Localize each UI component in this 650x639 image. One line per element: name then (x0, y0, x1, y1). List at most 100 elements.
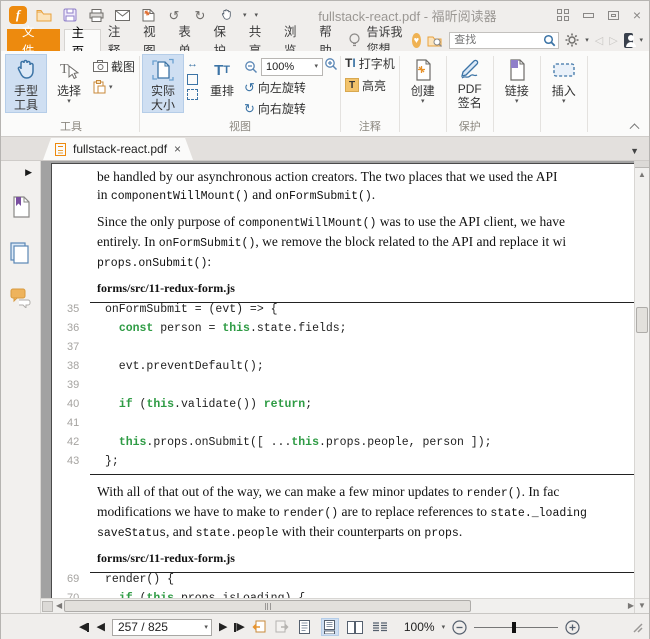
code-line: 69render() { (67, 573, 634, 592)
continuous-facing-view-button[interactable] (371, 618, 389, 636)
expand-panel-icon[interactable]: ▶ (25, 167, 40, 178)
previous-view-button[interactable] (252, 620, 267, 634)
actual-size-button[interactable]: 实际大小 (142, 54, 184, 113)
collapse-ribbon-button[interactable] (631, 122, 641, 130)
snapshot-button[interactable]: 截图 (91, 57, 137, 75)
page-dropdown-icon[interactable]: ▾ (204, 623, 208, 631)
history-forward-button[interactable]: ▷ (609, 34, 617, 47)
favorite-heart-icon[interactable]: ♥ (412, 33, 422, 48)
vertical-scroll-thumb[interactable] (636, 307, 648, 333)
code-block: 69render() {70 if (this.props.isLoading)… (67, 572, 634, 598)
hand-tool-dropdown-icon[interactable]: ▾ (243, 11, 247, 19)
tab-视图[interactable]: 视图 (136, 29, 171, 51)
customize-quick-access-button[interactable]: ▾ (255, 11, 259, 19)
fit-visible-icon[interactable] (187, 89, 198, 100)
typewriter-icon: TI (345, 56, 356, 70)
restore-button[interactable] (608, 11, 619, 20)
next-page-button[interactable]: ▶ (219, 622, 227, 633)
document-tab-title: fullstack-react.pdf (73, 142, 167, 156)
ribbon-toolbar: 手型工具 T 选择 ▾ 截图 ▾ 工具 (1, 51, 649, 137)
protect-group-label: 保护 (449, 120, 491, 136)
gear-icon[interactable] (565, 33, 579, 47)
search-input[interactable] (450, 34, 543, 46)
zoom-dropdown-icon[interactable]: ▾ (442, 623, 446, 631)
scroll-up-icon[interactable]: ▲ (638, 168, 646, 182)
tab-close-icon[interactable]: × (174, 144, 181, 154)
ui-layout-icon[interactable] (557, 9, 569, 21)
insert-button[interactable]: 插入 ▾ (543, 54, 585, 105)
reflow-button[interactable]: TT 重排 (201, 54, 243, 99)
clipboard-icon (93, 80, 106, 94)
gear-dropdown-icon[interactable]: ▾ (585, 36, 589, 44)
rotate-left-icon: ↺ (244, 81, 255, 94)
search-box[interactable] (449, 32, 559, 49)
link-button[interactable]: 链接 ▾ (496, 54, 538, 105)
tab-共享[interactable]: 共享 (242, 29, 277, 51)
zoom-slider[interactable] (474, 621, 558, 634)
continuous-view-button[interactable] (321, 618, 339, 636)
split-view-handle[interactable] (635, 161, 649, 168)
document-tab[interactable]: fullstack-react.pdf × (43, 138, 193, 160)
tab-保护[interactable]: 保护 (207, 29, 242, 51)
vertical-scrollbar[interactable]: ▲ (634, 161, 649, 598)
tab-list-dropdown-icon[interactable]: ▼ (630, 146, 649, 160)
page-number-box[interactable]: ▾ (112, 619, 212, 636)
code-file-header: forms/src/11-redux-form.js (97, 281, 634, 296)
zoom-in-icon[interactable] (324, 57, 338, 71)
minimize-button[interactable] (583, 13, 594, 18)
ribbon-group-view: 实际大小 ↔ TT 重排 100%▾ ↺ 向左旋转 (142, 52, 338, 136)
typewriter-button[interactable]: TI 打字机 (343, 54, 397, 72)
facing-view-button[interactable] (346, 618, 364, 636)
zoom-slider-thumb[interactable] (512, 622, 516, 633)
create-icon (413, 57, 433, 83)
zoom-percentage[interactable]: 100% (404, 620, 435, 634)
user-account-icon[interactable] (624, 33, 634, 48)
ribbon-group-tools: 手型工具 T 选择 ▾ 截图 ▾ 工具 (5, 52, 137, 136)
horizontal-scroll-thumb[interactable] (64, 600, 471, 612)
code-line: 37 (67, 341, 634, 360)
hand-tool-button[interactable]: 手型工具 (5, 54, 47, 113)
pdf-file-icon (55, 143, 66, 156)
previous-page-button[interactable]: ◀ (96, 622, 104, 633)
code-line: 36 const person = this.state.fields; (67, 322, 634, 341)
rotate-right-button[interactable]: ↻ 向右旋转 (244, 99, 323, 118)
horizontal-split-handle[interactable] (42, 601, 53, 612)
tab-帮助[interactable]: 帮助 (312, 29, 347, 51)
bookmarks-panel-button[interactable] (11, 196, 31, 218)
zoom-out-icon[interactable] (244, 60, 258, 74)
single-page-view-button[interactable] (296, 618, 314, 636)
horizontal-scrollbar[interactable]: ◀ ▶ (41, 598, 634, 613)
scroll-down-icon[interactable]: ▼ (638, 599, 646, 613)
next-view-button[interactable] (274, 620, 289, 634)
page-thumbnails-icon (10, 242, 31, 264)
close-button[interactable]: × (633, 10, 641, 20)
comment-bubble-icon (10, 288, 32, 308)
user-dropdown-icon[interactable]: ▾ (639, 36, 643, 44)
zoom-out-button[interactable] (452, 620, 467, 635)
pdf-sign-button[interactable]: PDF签名 (449, 54, 491, 111)
zoom-level-combobox[interactable]: 100%▾ (261, 58, 323, 76)
tab-file[interactable]: 文件 (7, 29, 60, 51)
folder-search-icon[interactable] (427, 34, 443, 47)
highlight-button[interactable]: T 高亮 (343, 76, 388, 94)
pages-panel-button[interactable] (10, 242, 31, 264)
tab-浏览[interactable]: 浏览 (277, 29, 312, 51)
page-number-input[interactable] (113, 620, 204, 634)
pdf-page[interactable]: be handled by our asynchronous action cr… (51, 163, 634, 598)
clipboard-button[interactable]: ▾ (91, 78, 137, 96)
tab-表单[interactable]: 表单 (171, 29, 206, 51)
first-page-button[interactable]: ◀ (79, 622, 89, 633)
select-tool-button[interactable]: T 选择 ▾ (48, 54, 90, 105)
comments-panel-button[interactable] (10, 288, 32, 308)
history-back-button[interactable]: ◁ (595, 34, 603, 47)
zoom-in-button[interactable] (565, 620, 580, 635)
create-button[interactable]: 创建 ▾ (402, 54, 444, 105)
tab-注释[interactable]: 注释 (101, 29, 136, 51)
last-page-button[interactable]: ▶ (234, 622, 244, 633)
fit-page-icon[interactable] (187, 74, 198, 85)
fit-width-icon[interactable]: ↔ (187, 59, 198, 70)
code-line: 38 evt.preventDefault(); (67, 360, 634, 379)
resize-grip[interactable] (631, 621, 643, 633)
tab-主页[interactable]: 主页 (64, 29, 101, 51)
rotate-left-button[interactable]: ↺ 向左旋转 (244, 78, 323, 97)
